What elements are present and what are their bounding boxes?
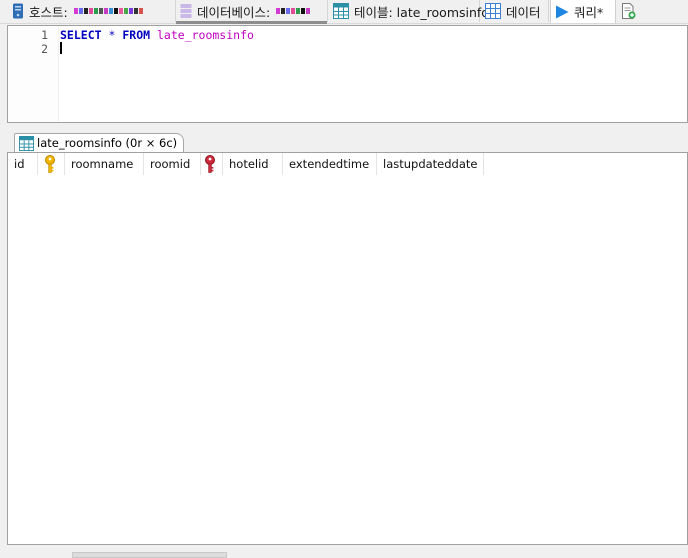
grid-header: id roomname roomid hotelid extendedtime …: [8, 153, 687, 175]
foreign-key-icon: [205, 155, 215, 173]
sql-code-line-1: SELECT * FROM late_roomsinfo: [60, 28, 254, 42]
tab-host-label: 호스트:: [29, 4, 68, 20]
sql-keyword-select: SELECT: [60, 28, 102, 42]
result-grid[interactable]: id roomname roomid hotelid extendedtime …: [7, 152, 688, 545]
play-icon: [556, 5, 569, 18]
tab-host[interactable]: 호스트:: [8, 0, 176, 22]
sql-keyword-from: FROM: [122, 28, 151, 42]
tab-data[interactable]: 데이터: [481, 0, 549, 22]
horizontal-scrollbar[interactable]: [72, 552, 227, 558]
redacted-host-name: [73, 8, 143, 14]
column-header-label: hotelid: [229, 157, 269, 171]
text-caret: [60, 42, 62, 54]
database-icon: [180, 4, 192, 18]
table-icon: [19, 135, 34, 151]
column-header-primary-key[interactable]: [38, 153, 65, 175]
line-number: 1: [41, 28, 48, 42]
column-header-lastupdateddate[interactable]: lastupdateddate: [377, 153, 484, 175]
server-icon: [13, 3, 23, 19]
column-header-label: roomid: [150, 157, 191, 171]
tab-database[interactable]: 데이터베이스:: [176, 0, 328, 24]
line-number-gutter: 1 2: [8, 26, 59, 122]
column-header-extendedtime[interactable]: extendedtime: [283, 153, 377, 175]
redacted-database-name: [276, 8, 311, 14]
column-header-roomname[interactable]: roomname: [65, 153, 144, 175]
tab-data-label: 데이터: [506, 4, 541, 20]
column-header-hotelid[interactable]: hotelid: [223, 153, 283, 175]
tab-query-label: 쿼리*: [574, 5, 604, 20]
column-header-label: id: [14, 157, 25, 171]
primary-key-icon: [45, 155, 55, 173]
tab-table[interactable]: 테이블: late_roomsinfo: [329, 0, 489, 22]
column-header-label: lastupdateddate: [383, 157, 478, 171]
sql-star: *: [108, 28, 116, 42]
sql-table-name: late_roomsinfo: [157, 28, 254, 42]
column-header-label: roomname: [71, 157, 134, 171]
column-header-roomid[interactable]: roomid: [144, 153, 201, 175]
column-header-id[interactable]: id: [8, 153, 38, 175]
new-query-tab-icon: [622, 3, 636, 19]
line-number: 2: [41, 42, 48, 56]
result-tab[interactable]: late_roomsinfo (0r × 6c): [14, 133, 185, 152]
grid-icon: [485, 3, 501, 19]
column-header-foreign-key[interactable]: [201, 153, 223, 175]
tab-database-label: 데이터베이스:: [197, 4, 271, 20]
column-header-label: extendedtime: [289, 157, 370, 171]
tab-database-underline: [176, 21, 327, 24]
sql-editor[interactable]: 1 2 SELECT * FROM late_roomsinfo: [7, 25, 688, 123]
tab-table-label: 테이블: late_roomsinfo: [354, 4, 489, 20]
result-tab-label: late_roomsinfo (0r × 6c): [37, 136, 178, 150]
table-icon: [333, 3, 349, 19]
new-query-tab-button[interactable]: [617, 0, 641, 22]
document-tab-bar: 호스트: 데이터베이스: 테이블: late_roomsinfo 데이터 쿼리*: [0, 0, 688, 24]
tab-query[interactable]: 쿼리*: [550, 0, 616, 23]
